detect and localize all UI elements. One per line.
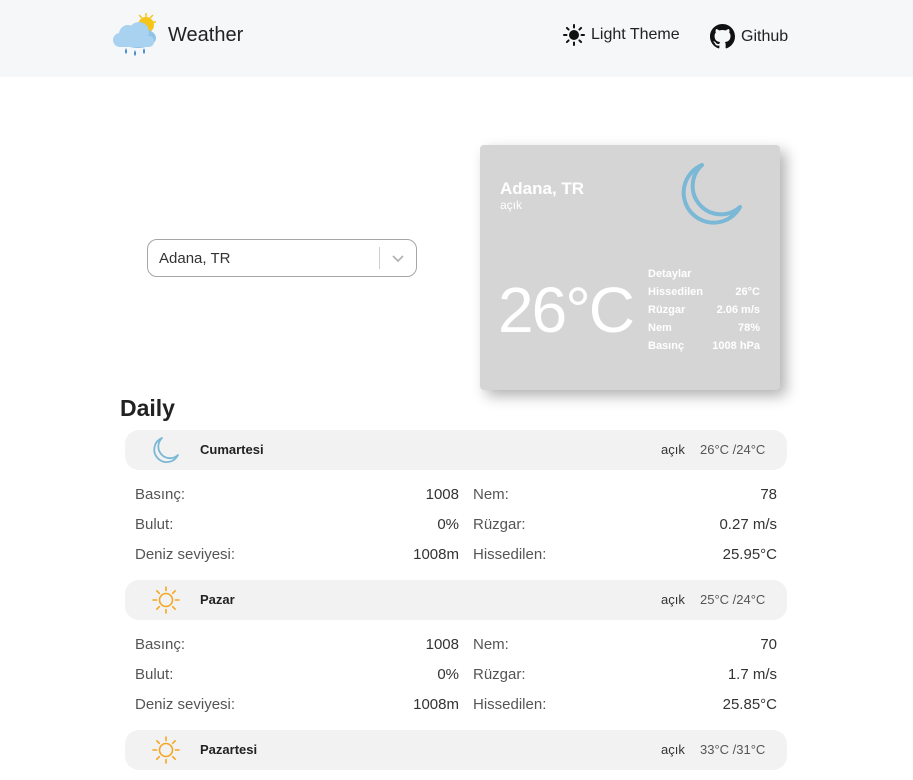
sun-icon [152,736,180,764]
detail-value: 0% [437,666,459,683]
day-detail-row: Bulut: 0% Rüzgar: 1.7 m/s [135,666,777,688]
day-detail-row: Basınç: 1008 Nem: 78 [135,486,777,508]
detail-label: Nem: [473,486,509,503]
detail-row: Hissedilen 26°C [648,283,760,301]
detail-label: Hissedilen: [473,696,547,713]
detail-label: Bulut: [135,516,174,533]
day-detail-row: Basınç: 1008 Nem: 70 [135,636,777,658]
city-search-select[interactable]: Adana, TR [147,239,417,277]
day-detail-row: Deniz seviyesi: 1008m Hissedilen: 25.85°C [135,696,777,718]
detail-value: 26°C [735,286,760,298]
day-temps: 25°C /24°C [700,592,766,607]
detail-label: Bulut: [135,666,174,683]
detail-value: 78% [737,322,760,334]
github-label: Github [741,27,789,45]
detail-value: 1008m [413,546,459,563]
detail-row: Nem 78% [648,319,760,337]
day-description: açık [661,592,685,607]
brand-link[interactable]: Weather [110,12,243,58]
detail-row: Basınç 1008 hPa [648,337,760,355]
daily-title: Daily [120,395,175,421]
current-weather-card: Adana, TR açık 26°C Detaylar Hissedilen 2… [480,145,780,390]
day-temps: 26°C /24°C [700,442,766,457]
detail-label: Hissedilen [648,286,704,298]
theme-toggle-button[interactable]: Light Theme [563,24,680,46]
detail-value: 2.06 m/s [716,304,760,316]
details-title: Detaylar [648,268,692,280]
detail-value: 0% [437,516,459,533]
cloud-sun-rain-icon [113,13,156,56]
day-name: Pazartesi [200,742,258,757]
moon-icon [681,163,742,225]
detail-value: 1008m [413,696,459,713]
day-accordion-pazartesi[interactable]: Pazartesi açık 33°C /31°C [125,730,787,770]
detail-label: Deniz seviyesi: [135,696,236,713]
moon-icon [153,437,179,463]
day-name: Pazar [200,592,235,607]
detail-label: Nem [648,322,672,334]
day-detail-row: Bulut: 0% Rüzgar: 0.27 m/s [135,516,777,538]
day-accordion-cumartesi[interactable]: Cumartesi açık 26°C /24°C [125,430,787,470]
detail-value: 25.85°C [722,696,777,713]
sun-icon [563,24,585,46]
detail-label: Hissedilen: [473,546,547,563]
detail-value: 78 [760,486,777,503]
day-name: Cumartesi [200,442,264,457]
detail-row: Rüzgar 2.06 m/s [648,301,760,319]
app-title: Weather [168,23,244,46]
day-temps: 33°C /31°C [700,742,766,757]
theme-toggle-label: Light Theme [591,26,680,43]
current-city: Adana, TR [500,179,585,198]
top-navbar: Weather Light Theme Github [0,0,913,77]
detail-value: 25.95°C [722,546,777,563]
day-accordion-pazar[interactable]: Pazar açık 25°C /24°C [125,580,787,620]
detail-value: 1.7 m/s [727,666,777,683]
detail-value: 70 [760,636,777,653]
city-search-value: Adana, TR [159,249,231,267]
detail-value: 0.27 m/s [719,516,777,533]
current-details: Detaylar Hissedilen 26°C Rüzgar 2.06 m/s N… [648,265,760,355]
detail-value: 1008 hPa [712,340,760,352]
detail-label: Rüzgar [648,304,686,316]
day-detail-row: Deniz seviyesi: 1008m Hissedilen: 25.95°C [135,546,777,568]
detail-value: 1008 [425,486,459,503]
sun-icon [152,586,180,614]
detail-label: Basınç [648,340,685,352]
day-description: açık [661,742,685,757]
current-description: açık [500,198,523,212]
detail-label: Basınç: [135,636,186,653]
detail-value: 1008 [425,636,459,653]
chevron-down-icon[interactable] [380,240,416,276]
current-temperature: 26°C [498,274,635,346]
detail-label: Deniz seviyesi: [135,546,236,563]
detail-label: Rüzgar: [473,516,526,533]
detail-label: Rüzgar: [473,666,526,683]
detail-label: Basınç: [135,486,186,503]
detail-label: Nem: [473,636,509,653]
day-description: açık [661,442,685,457]
github-icon [710,24,735,49]
github-link[interactable]: Github [710,24,788,49]
